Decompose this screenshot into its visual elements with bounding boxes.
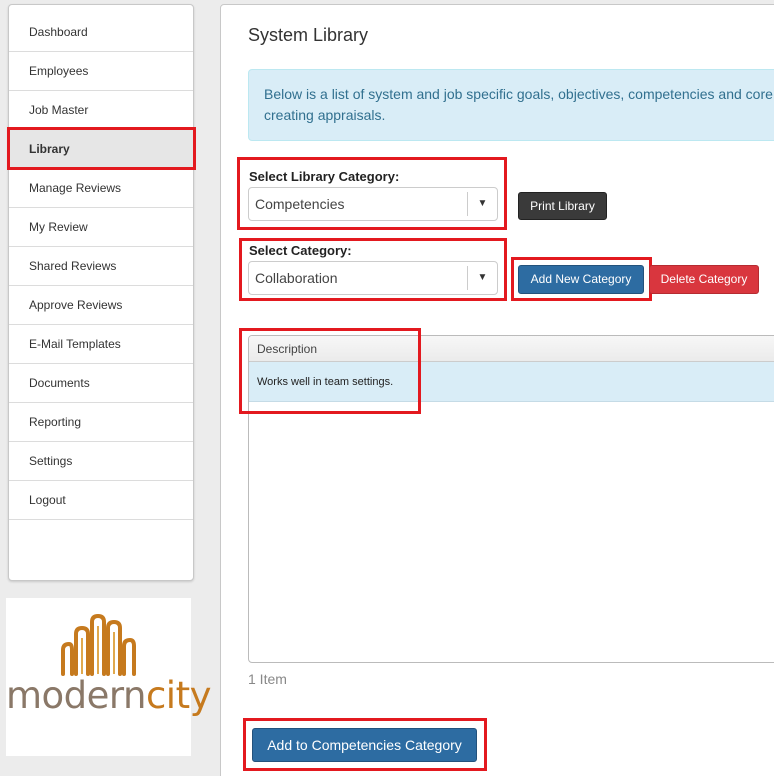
- sidebar-item-documents[interactable]: Documents: [9, 364, 193, 403]
- chevron-down-icon: ▼: [467, 192, 497, 216]
- info-text-line1: Below is a list of system and job specif…: [264, 86, 773, 102]
- sidebar-item-settings[interactable]: Settings: [9, 442, 193, 481]
- sidebar-item-email-templates[interactable]: E-Mail Templates: [9, 325, 193, 364]
- sidebar-item-employees[interactable]: Employees: [9, 52, 193, 91]
- chevron-down-icon: ▼: [467, 266, 497, 290]
- library-category-label: Select Library Category:: [249, 169, 400, 184]
- company-logo: moderncity: [6, 598, 211, 756]
- item-count: 1 Item: [248, 671, 287, 687]
- sidebar-item-manage-reviews[interactable]: Manage Reviews: [9, 169, 193, 208]
- sidebar-item-shared-reviews[interactable]: Shared Reviews: [9, 247, 193, 286]
- add-new-category-button[interactable]: Add New Category: [518, 265, 644, 294]
- info-alert: Below is a list of system and job specif…: [248, 69, 774, 141]
- library-grid: Description Works well in team settings.: [248, 335, 774, 663]
- print-library-button[interactable]: Print Library: [518, 192, 607, 220]
- page-title: System Library: [248, 25, 369, 45]
- library-category-select[interactable]: Competencies ▼: [248, 187, 498, 221]
- library-category-value: Competencies: [255, 196, 345, 212]
- page: Dashboard Employees Job Master Library M…: [0, 0, 774, 776]
- sidebar-item-reporting[interactable]: Reporting: [9, 403, 193, 442]
- grid-header-description[interactable]: Description: [249, 336, 774, 362]
- sidebar-item-job-master[interactable]: Job Master: [9, 91, 193, 130]
- category-select[interactable]: Collaboration ▼: [248, 261, 498, 295]
- logo-text-city: city: [145, 674, 212, 717]
- sidebar-item-logout[interactable]: Logout: [9, 481, 193, 520]
- info-text-line2: creating appraisals.: [264, 107, 386, 123]
- sidebar-item-my-review[interactable]: My Review: [9, 208, 193, 247]
- category-label: Select Category:: [249, 243, 352, 258]
- add-to-competencies-button[interactable]: Add to Competencies Category: [252, 728, 477, 762]
- delete-category-button[interactable]: Delete Category: [649, 265, 759, 294]
- sidebar-item-approve-reviews[interactable]: Approve Reviews: [9, 286, 193, 325]
- sidebar-nav: Dashboard Employees Job Master Library M…: [8, 4, 194, 581]
- buildings-logo-icon: [61, 613, 136, 676]
- logo-text-modern: modern: [6, 674, 146, 717]
- sidebar-item-library[interactable]: Library: [9, 130, 193, 169]
- sidebar-item-dashboard[interactable]: Dashboard: [9, 13, 193, 52]
- table-row[interactable]: Works well in team settings.: [249, 362, 774, 402]
- category-value: Collaboration: [255, 270, 338, 286]
- logo-wordmark: moderncity: [6, 674, 211, 717]
